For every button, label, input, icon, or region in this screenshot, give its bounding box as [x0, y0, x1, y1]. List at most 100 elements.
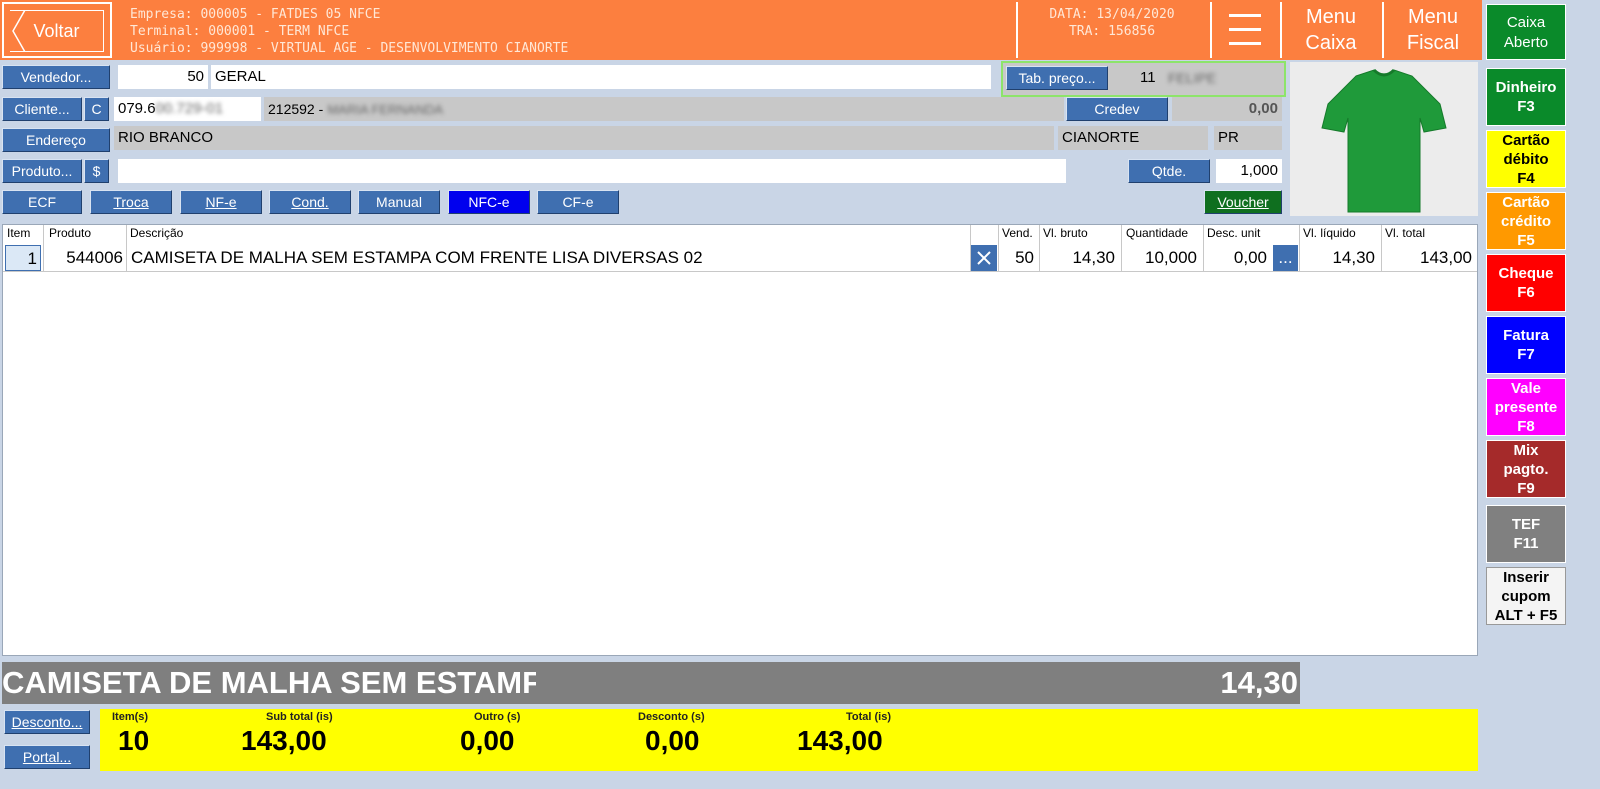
- col-sep: [43, 225, 44, 271]
- pay-cartao-debito-button[interactable]: Cartão débito F4: [1486, 130, 1566, 188]
- cell-desc-unit: 0,00: [1233, 248, 1267, 267]
- pay-credito-key: F5: [1517, 231, 1535, 249]
- pay-cheque-button[interactable]: Cheque F6: [1486, 254, 1566, 312]
- product-image: [1290, 62, 1478, 216]
- pay-cartao-credito-button[interactable]: Cartão crédito F5: [1486, 192, 1566, 250]
- subtotal-label: Sub total (is): [266, 711, 333, 723]
- current-item-bar: CAMISETA DE MALHA SEM ESTAMF 14,30: [2, 662, 1300, 704]
- date-text: DATA: 13/04/2020: [1049, 7, 1175, 22]
- mode-nfe-button[interactable]: NF-e: [180, 190, 262, 214]
- session-info: Empresa: 000005 - FATDES 05 NFCE Termina…: [114, 2, 1014, 58]
- pay-vale-label-2: presente: [1494, 398, 1558, 416]
- menu-caixa-label-1: Menu: [1305, 6, 1357, 28]
- outro-value: 0,00: [460, 725, 515, 756]
- pay-vale-presente-button[interactable]: Vale presente F8: [1486, 378, 1566, 436]
- vendedor-code-field[interactable]: 50: [118, 65, 208, 89]
- totals-panel: Item(s) 10 Sub total (is) 143,00 Outro (…: [100, 709, 1478, 771]
- pay-dinheiro-button[interactable]: Dinheiro F3: [1486, 68, 1566, 126]
- menu-caixa-label-2: Caixa: [1305, 32, 1357, 54]
- pay-tef-button[interactable]: TEF F11: [1486, 505, 1566, 563]
- tab-preco-button[interactable]: Tab. preço...: [1006, 66, 1108, 90]
- pay-mix-button[interactable]: Mix pagto. F9: [1486, 440, 1566, 498]
- usuario-text: Usuário: 999998 - VIRTUAL AGE - DESENVOL…: [130, 41, 569, 56]
- cliente-doc-field[interactable]: 079.600.729-01: [114, 97, 261, 121]
- voltar-label: Voltar: [33, 20, 80, 41]
- cell-item[interactable]: 1: [5, 245, 41, 271]
- total-value: 143,00: [797, 725, 883, 756]
- pay-fatura-button[interactable]: Fatura F7: [1486, 316, 1566, 374]
- cell-produto: 544006: [66, 248, 123, 267]
- cell-vl-bruto: 14,30: [1072, 248, 1115, 267]
- portal-button[interactable]: Portal...: [4, 745, 90, 769]
- col-header-vend: Vend.: [1002, 226, 1033, 240]
- mode-troca-button[interactable]: Troca: [90, 190, 172, 214]
- hamburger-menu-button[interactable]: [1210, 2, 1278, 58]
- pay-tef-key: F11: [1513, 535, 1539, 552]
- pay-debito-label-2: débito: [1503, 150, 1549, 168]
- pay-dinheiro-key: F3: [1517, 98, 1535, 115]
- mode-cfe-button[interactable]: CF-e: [537, 190, 619, 214]
- discount-detail-button[interactable]: ...: [1273, 245, 1298, 271]
- inserir-cupom-label-2: cupom: [1501, 587, 1551, 605]
- menu-fiscal-button[interactable]: Menu Fiscal: [1382, 2, 1482, 58]
- col-header-produto: Produto: [49, 226, 92, 240]
- header-row-line: [3, 271, 1477, 272]
- cidade-field: CIANORTE: [1058, 126, 1208, 150]
- cell-vl-liquido: 14,30: [1332, 248, 1375, 267]
- items-count-label: Item(s): [112, 711, 149, 723]
- caixa-aberto-status[interactable]: Caixa Aberto: [1486, 4, 1566, 60]
- endereco-field: RIO BRANCO: [114, 126, 1054, 150]
- outro-label: Outro (s): [474, 711, 521, 723]
- desconto-total-label: Desconto (s): [638, 711, 705, 723]
- mode-ecf-button[interactable]: ECF: [2, 190, 82, 214]
- pay-cheque-key: F6: [1517, 284, 1535, 301]
- cliente-name-blurred: MARIA FERNANDA: [327, 102, 444, 117]
- col-header-desc-unit: Desc. unit: [1207, 226, 1261, 240]
- endereco-button[interactable]: Endereço: [2, 128, 110, 152]
- items-count-value: 10: [118, 725, 150, 756]
- mode-manual-button[interactable]: Manual: [358, 190, 440, 214]
- produto-button[interactable]: Produto...: [2, 159, 82, 183]
- remove-item-button[interactable]: [971, 245, 997, 271]
- qtde-button[interactable]: Qtde.: [1128, 159, 1210, 183]
- uf-field: PR: [1214, 126, 1282, 150]
- inserir-cupom-key: ALT + F5: [1494, 606, 1558, 624]
- total-label: Total (is): [846, 711, 892, 723]
- pay-tef-label: TEF: [1511, 516, 1541, 533]
- pay-mix-label-1: Mix: [1513, 441, 1539, 459]
- pay-credito-label-2: crédito: [1500, 212, 1551, 230]
- credev-value: 0,00: [1172, 97, 1282, 121]
- date-info: DATA: 13/04/2020 TRA: 156856: [1016, 2, 1206, 58]
- tab-preco-code: 11: [1140, 69, 1156, 86]
- vendedor-name-field[interactable]: GERAL: [211, 65, 991, 89]
- col-header-descricao: Descrição: [130, 226, 184, 240]
- qtde-input[interactable]: 1,000: [1216, 159, 1282, 183]
- col-header-vl-liquido: Vl. líquido: [1303, 226, 1356, 240]
- menu-fiscal-label-2: Fiscal: [1406, 32, 1460, 54]
- caixa-label-1: Caixa: [1506, 14, 1546, 31]
- voltar-button[interactable]: Voltar: [2, 2, 112, 58]
- vendedor-button[interactable]: Vendedor...: [2, 65, 110, 89]
- desconto-total-value: 0,00: [645, 725, 700, 756]
- tshirt-icon: [1321, 68, 1447, 213]
- produto-input[interactable]: [118, 159, 1066, 183]
- cliente-button[interactable]: Cliente...: [2, 97, 82, 121]
- desconto-button[interactable]: Desconto...: [4, 710, 90, 734]
- cliente-c-button[interactable]: C: [84, 97, 109, 121]
- cell-vl-total: 143,00: [1420, 248, 1472, 267]
- menu-fiscal-label-1: Menu: [1407, 6, 1459, 28]
- inserir-cupom-button[interactable]: Inserir cupom ALT + F5: [1486, 567, 1566, 625]
- cell-vend: 50: [1015, 248, 1034, 267]
- current-item-description: CAMISETA DE MALHA SEM ESTAMF: [2, 665, 536, 700]
- mode-nfce-button[interactable]: NFC-e: [448, 190, 530, 214]
- pay-dinheiro-label: Dinheiro: [1495, 79, 1557, 96]
- mode-cond-button[interactable]: Cond.: [269, 190, 351, 214]
- credev-button[interactable]: Credev: [1066, 97, 1168, 121]
- cliente-doc-blurred: 00.729-01: [155, 100, 224, 117]
- pay-mix-key: F9: [1517, 479, 1535, 497]
- pay-cheque-label: Cheque: [1498, 265, 1554, 282]
- menu-caixa-button[interactable]: Menu Caixa: [1280, 2, 1380, 58]
- voucher-button[interactable]: Voucher: [1204, 190, 1282, 214]
- pay-debito-key: F4: [1517, 169, 1535, 187]
- produto-price-button[interactable]: $: [84, 159, 109, 183]
